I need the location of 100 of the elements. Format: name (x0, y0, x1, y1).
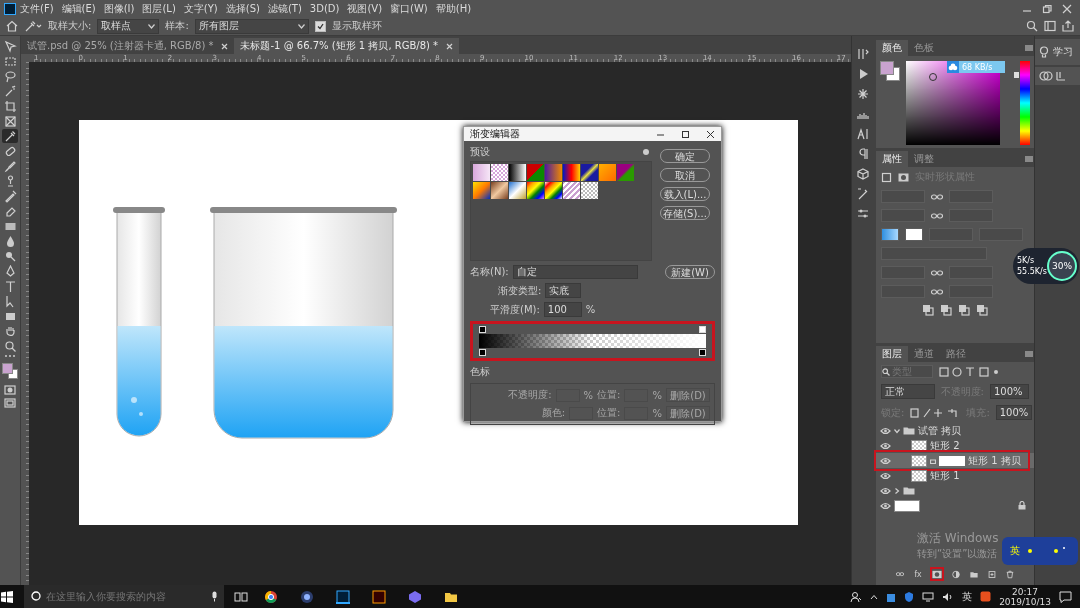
task-view-icon[interactable] (234, 590, 248, 603)
panel-tab[interactable]: 属性 (876, 151, 908, 167)
caret-icon[interactable] (894, 487, 900, 494)
eye-icon[interactable] (880, 441, 891, 450)
layer-row[interactable]: 矩形 1 (876, 468, 1034, 483)
volume-icon[interactable] (942, 591, 955, 602)
eyedropper-icon[interactable] (24, 20, 42, 32)
restore-icon[interactable] (1042, 3, 1052, 14)
menu-item[interactable]: 文字(Y) (179, 1, 222, 16)
layer-row[interactable]: 矩形 2 (876, 438, 1034, 453)
menu-item[interactable]: 窗口(W) (386, 1, 432, 16)
menu-item[interactable]: 图层(L) (138, 1, 180, 16)
menu-item[interactable]: 选择(S) (221, 1, 264, 16)
libraries-icon[interactable] (1039, 71, 1067, 81)
layer-row[interactable]: 矩形 1 拷贝 (876, 453, 1034, 468)
maximize-icon[interactable] (681, 129, 690, 139)
opacity-field[interactable]: 100% (990, 384, 1029, 399)
caret-icon[interactable] (894, 427, 900, 434)
menu-item[interactable]: 滤镜(T) (263, 1, 306, 16)
quick-mask-icon[interactable] (4, 384, 16, 396)
people-icon[interactable] (850, 590, 863, 603)
screen-mode-icon[interactable] (4, 397, 16, 409)
new-button[interactable]: 新建(W) (665, 265, 715, 279)
clock-time[interactable]: 20:17 (1012, 586, 1039, 597)
path-operation-icon[interactable] (976, 304, 988, 316)
panel-tab[interactable]: 图层 (876, 346, 908, 362)
character-icon[interactable] (857, 128, 869, 140)
new-layer-button[interactable] (986, 568, 998, 580)
gradient-preset[interactable] (581, 164, 598, 181)
adjustment-button[interactable] (950, 568, 962, 580)
menu-item[interactable]: 图像(I) (99, 1, 139, 16)
paragraph-icon[interactable] (857, 148, 869, 160)
path-operation-icon[interactable] (940, 304, 952, 316)
dialog-button[interactable]: 载入(L)... (660, 187, 710, 201)
fill-swatch[interactable] (881, 228, 899, 241)
color-stop[interactable] (479, 349, 486, 356)
microphone-icon[interactable] (211, 591, 218, 602)
path-operation-icon[interactable] (922, 304, 934, 316)
share-icon[interactable] (1062, 20, 1074, 32)
gradient-preset[interactable] (545, 182, 562, 199)
tray-app-icon[interactable] (980, 591, 992, 602)
layer-row[interactable]: 试管 拷贝 (876, 423, 1034, 438)
name-field[interactable]: 自定 (512, 265, 638, 279)
gradient-preset[interactable] (509, 164, 526, 181)
tool-button[interactable] (2, 144, 18, 158)
document-tab[interactable]: 未标题-1 @ 66.7% (矩形 1 拷贝, RGB/8) * (234, 38, 460, 54)
sliders-icon[interactable] (857, 208, 869, 220)
tool-button[interactable] (2, 129, 18, 143)
app-icon[interactable] (300, 589, 314, 604)
path-operation-icon[interactable] (958, 304, 970, 316)
input-method-indicator[interactable]: 英 (962, 589, 973, 604)
shape-icon[interactable] (881, 171, 892, 183)
brush-icon[interactable] (857, 188, 869, 200)
delete-button[interactable] (1004, 568, 1016, 580)
filter-type-icons[interactable] (939, 366, 999, 377)
eye-icon[interactable] (880, 456, 891, 465)
menu-item[interactable]: 3D(D) (305, 3, 344, 14)
gradient-type-dropdown[interactable]: 实底 (545, 283, 582, 298)
gear-icon[interactable] (642, 148, 652, 156)
dialog-button[interactable]: 取消 (660, 168, 710, 182)
more-icon[interactable] (4, 354, 16, 358)
link-icon[interactable] (931, 287, 943, 296)
link-icon[interactable] (931, 211, 943, 220)
learn-button[interactable]: 学习 (1035, 39, 1080, 65)
tool-button[interactable] (2, 69, 18, 83)
sample-dropdown[interactable]: 所有图层 (194, 18, 309, 34)
panel-tab[interactable]: 颜色 (876, 40, 908, 56)
photoshop-app-icon[interactable] (336, 589, 350, 604)
mask-icon[interactable] (898, 171, 909, 183)
tool-button[interactable] (2, 339, 18, 353)
menu-item[interactable]: 帮助(H) (431, 1, 476, 16)
link-icon[interactable] (931, 268, 943, 277)
panel-tab[interactable]: 路径 (940, 346, 972, 362)
hue-slider-handle[interactable] (1014, 72, 1020, 79)
menu-icon[interactable] (1024, 155, 1034, 163)
panel-tab[interactable]: 通道 (908, 346, 940, 362)
color-swatches-icon[interactable] (880, 61, 900, 81)
input-field[interactable] (624, 406, 649, 420)
smoothness-field[interactable]: 100 (543, 302, 582, 317)
close-icon[interactable] (706, 129, 715, 139)
gradient-bar[interactable] (479, 334, 706, 348)
eye-icon[interactable] (880, 501, 891, 510)
stroke-swatch[interactable] (905, 228, 923, 241)
opacity-stop[interactable] (479, 326, 486, 333)
menu-icon[interactable] (1024, 350, 1034, 358)
fill-field[interactable]: 100% (995, 405, 1033, 420)
play-icon[interactable] (857, 68, 869, 80)
network-icon[interactable] (922, 591, 935, 602)
workspace-icon[interactable] (1044, 20, 1056, 32)
panel-tab[interactable]: 色板 (908, 40, 940, 56)
tool-button[interactable] (2, 114, 18, 128)
menu-item[interactable]: 视图(V) (343, 1, 387, 16)
checkbox[interactable] (314, 20, 326, 32)
link-icon[interactable] (931, 192, 943, 201)
gradient-preset[interactable] (563, 164, 580, 181)
snowflake-icon[interactable] (857, 88, 869, 100)
add-mask-button[interactable] (930, 567, 944, 581)
menu-item[interactable]: 编辑(E) (57, 1, 100, 16)
menu-icon[interactable] (1024, 44, 1034, 52)
color-swatches-icon[interactable] (2, 363, 18, 379)
